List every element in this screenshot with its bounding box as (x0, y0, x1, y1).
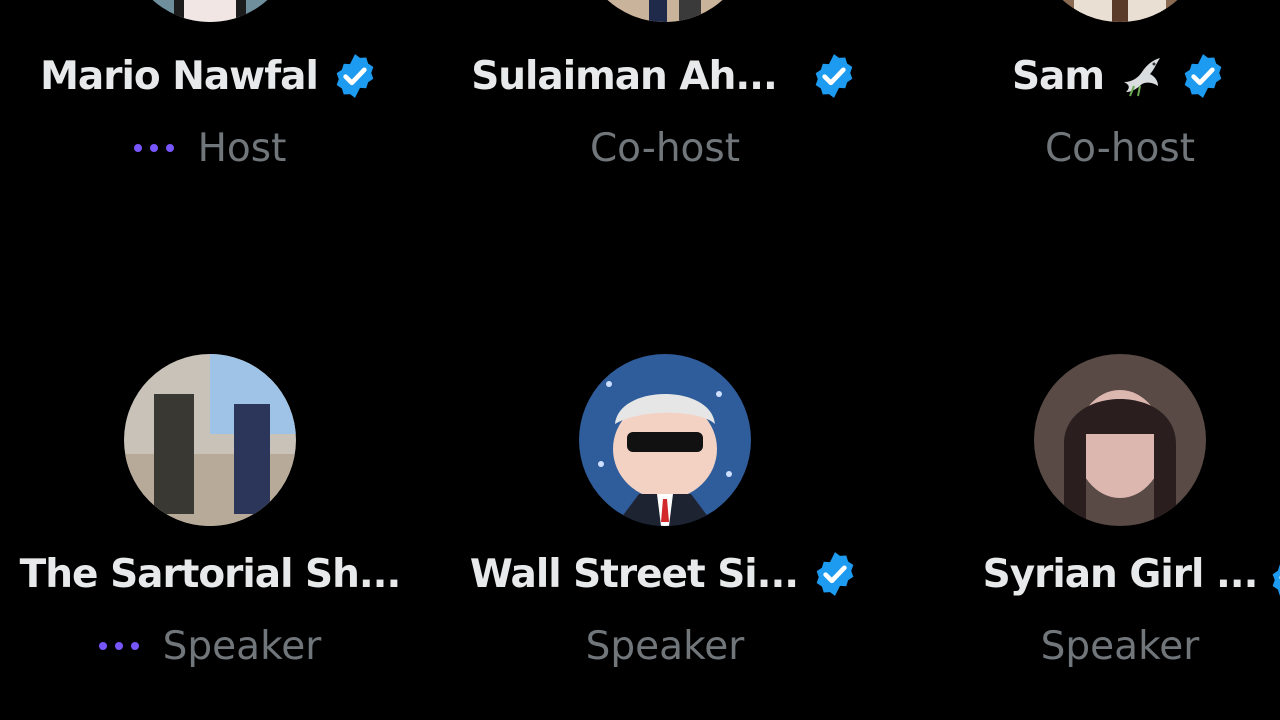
verified-badge-icon (809, 51, 859, 101)
verified-badge-icon (330, 51, 380, 101)
participant-name: The Sartorial Sh... (19, 551, 402, 597)
participant-tile-sam[interactable]: Sam Co-host (910, 0, 1280, 310)
verified-badge-icon (1178, 51, 1228, 101)
verified-badge-icon (1266, 552, 1280, 602)
avatar[interactable] (124, 354, 296, 526)
participant-role: Speaker (1040, 623, 1200, 669)
participant-name: Sam (1011, 53, 1105, 99)
participant-role: Co-host (589, 125, 741, 171)
dove-icon (1118, 52, 1166, 100)
avatar[interactable] (1034, 0, 1206, 22)
participant-tile-sartorial[interactable]: The Sartorial Sh... Speaker (0, 354, 420, 694)
participant-role: Co-host (1044, 125, 1196, 171)
avatar[interactable] (1034, 354, 1206, 526)
participant-name: Wall Street Si... (469, 551, 799, 597)
participant-tile-sulaiman[interactable]: Sulaiman Ah... Co-host (455, 0, 875, 310)
avatar[interactable] (124, 0, 296, 22)
verified-badge-icon (810, 549, 860, 599)
participant-role: Speaker (585, 623, 745, 669)
speaking-indicator-icon (98, 642, 139, 650)
participant-tile-mario-nawfal[interactable]: Mario Nawfal Host (0, 0, 420, 310)
participant-name: Mario Nawfal (40, 53, 319, 99)
participant-name: Sulaiman Ah... (471, 53, 778, 99)
avatar[interactable] (579, 354, 751, 526)
participant-role: Host (197, 125, 287, 171)
participant-name: Syrian Girl ... (982, 551, 1259, 597)
avatar[interactable] (579, 0, 751, 22)
speaking-indicator-icon (133, 144, 174, 152)
participant-tile-syrian-girl[interactable]: Syrian Girl ... Speaker (910, 354, 1280, 694)
participant-role: Speaker (162, 623, 322, 669)
participant-tile-wall-street[interactable]: Wall Street Si... Speaker (455, 354, 875, 694)
